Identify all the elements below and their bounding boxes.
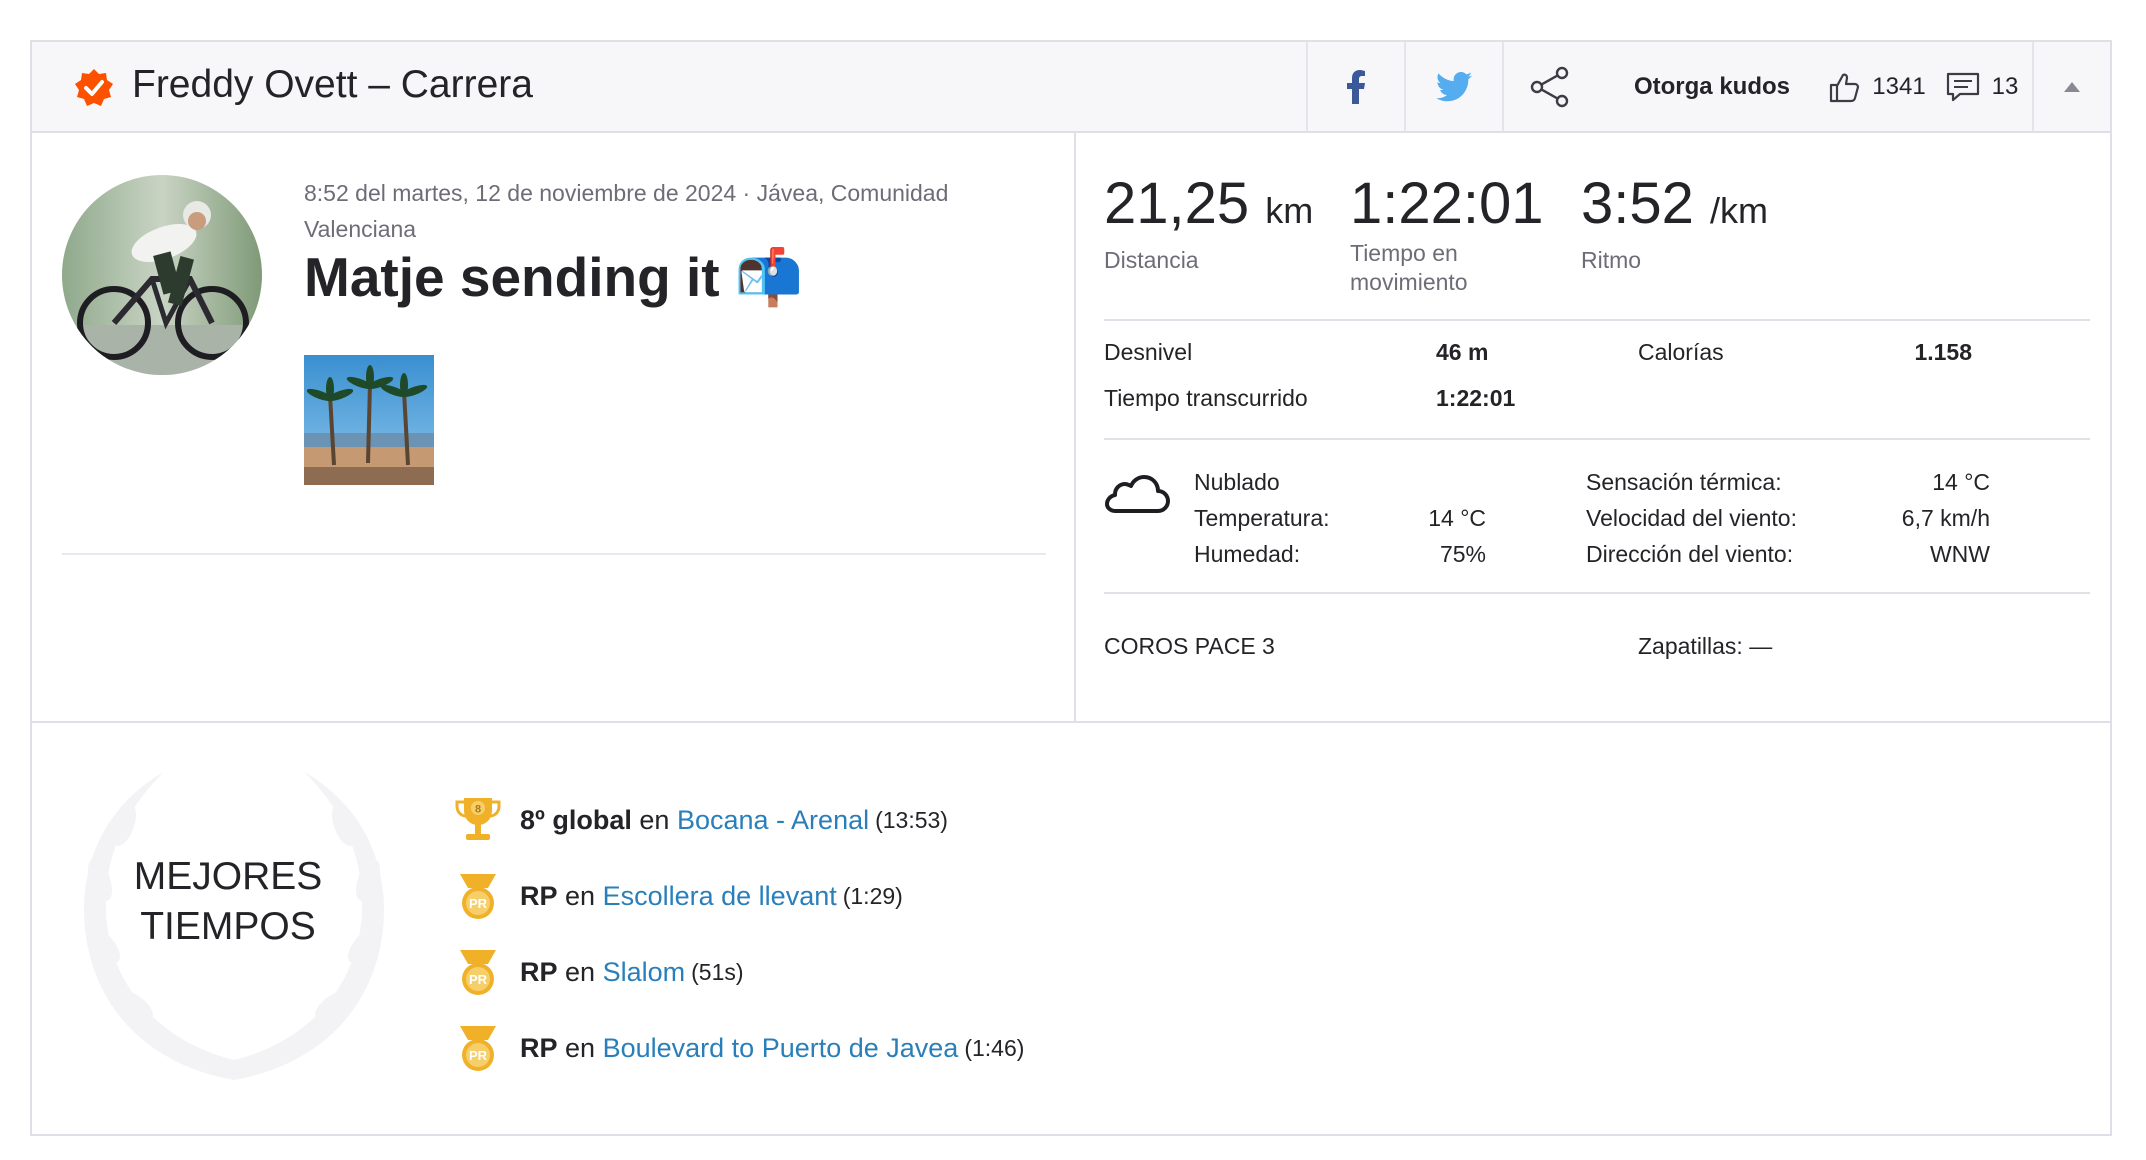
facebook-icon — [1347, 69, 1365, 104]
activity-photo-thumbnail[interactable] — [304, 355, 434, 485]
segment-link[interactable]: Slalom — [603, 957, 686, 988]
palm-beach-photo — [304, 355, 434, 485]
share-icon — [1530, 66, 1569, 107]
elapsed-time-label: Tiempo transcurrido — [1104, 385, 1308, 411]
calories-value: 1.158 — [1914, 339, 1972, 365]
verified-badge-icon — [75, 69, 113, 106]
give-kudos-label: Otorga kudos — [1633, 72, 1790, 100]
effort-time: (13:53) — [875, 806, 948, 833]
elapsed-time-value: 1:22:01 — [1436, 385, 1516, 411]
caret-up-icon — [2064, 81, 2080, 92]
give-kudos-button[interactable]: Otorga kudos — [1612, 42, 1812, 131]
best-effort-item: PR RP en Escollera de llevant (1:29) — [454, 868, 903, 924]
pr-medal-icon: PR — [460, 874, 496, 919]
divider — [1104, 438, 2090, 440]
distance-value: 21,25 — [1104, 171, 1250, 236]
kudos-count: 1341 — [1872, 72, 1926, 100]
shoes-info: Zapatillas: — — [1638, 633, 1773, 659]
elevation-label: Desnivel — [1104, 339, 1193, 365]
kudos-count-button[interactable]: 1341 — [1822, 42, 1932, 131]
best-effort-item: PR RP en Boulevard to Puerto de Javea (1:… — [454, 1020, 1024, 1076]
thumbs-up-icon — [1830, 73, 1860, 102]
calories-label: Calorías — [1638, 339, 1724, 365]
facebook-share-button[interactable] — [1308, 42, 1404, 131]
divider — [1104, 319, 2090, 321]
comment-count: 13 — [1991, 72, 2019, 100]
activity-date-location: 8:52 del martes, 12 de noviembre de 2024… — [304, 180, 949, 242]
distance-stat: 21,25 km Distancia — [1104, 171, 1313, 275]
pace-unit: /km — [1710, 190, 1769, 231]
pace-stat: 3:52 /km Ritmo — [1581, 171, 1768, 275]
effort-connector: en — [565, 956, 596, 987]
pace-value: 3:52 — [1581, 171, 1694, 236]
effort-connector: en — [639, 804, 670, 835]
collapse-button[interactable] — [2034, 42, 2110, 131]
humidity-value: 75% — [1439, 541, 1486, 567]
avatar-image — [62, 175, 262, 375]
humidity-label: Humedad: — [1194, 541, 1301, 567]
best-efforts-label-line1: MEJORES — [133, 855, 323, 898]
activity-summary: 8:52 del martes, 12 de noviembre de 2024… — [32, 133, 1076, 721]
moving-time-label: Tiempo en movimiento — [1350, 240, 1468, 295]
activity-card: Freddy Ovett – Carrera Otorga kudos 1341… — [30, 40, 2112, 1136]
wind-direction-value: WNW — [1929, 541, 1990, 567]
temperature-label: Temperatura: — [1194, 505, 1330, 531]
feels-like-label: Sensación térmica: — [1586, 469, 1782, 495]
moving-time-stat: 1:22:01 Tiempo en movimiento — [1350, 171, 1544, 297]
comments-count-button[interactable]: 13 — [1932, 42, 2032, 131]
effort-rank: RP — [520, 880, 558, 911]
wind-direction-label: Dirección del viento: — [1586, 541, 1794, 567]
divider — [1104, 592, 2090, 594]
moving-time-value: 1:22:01 — [1350, 171, 1544, 236]
activity-stats: 21,25 km Distancia 1:22:01 Tiempo en mov… — [1076, 133, 2110, 721]
weather-condition: Nublado — [1194, 469, 1280, 495]
segment-link[interactable]: Boulevard to Puerto de Javea — [603, 1033, 959, 1064]
wind-speed-value: 6,7 km/h — [1901, 505, 1990, 531]
twitter-icon — [1436, 71, 1472, 101]
temperature-value: 14 °C — [1428, 505, 1486, 531]
pr-medal-text: PR — [469, 1048, 488, 1063]
pace-label: Ritmo — [1581, 247, 1642, 273]
trophy-icon: 8 — [455, 798, 501, 840]
activity-title[interactable]: Matje sending it 📬 — [304, 245, 803, 310]
effort-connector: en — [565, 880, 596, 911]
elevation-value: 46 m — [1436, 339, 1489, 365]
effort-rank: 8º global — [520, 804, 632, 835]
feels-like-value: 14 °C — [1932, 469, 1990, 495]
trophy-rank-text: 8 — [475, 804, 481, 816]
device-name: COROS PACE 3 — [1104, 633, 1275, 659]
activity-header: Freddy Ovett – Carrera Otorga kudos 1341… — [32, 42, 2110, 133]
segment-link[interactable]: Bocana - Arenal — [677, 805, 869, 836]
athlete-activity-title[interactable]: Freddy Ovett – Carrera — [132, 63, 533, 107]
distance-unit: km — [1265, 190, 1314, 231]
wind-speed-label: Velocidad del viento: — [1586, 505, 1797, 531]
divider — [32, 721, 2110, 723]
best-efforts-label-line2: TIEMPOS — [140, 905, 316, 948]
segment-link[interactable]: Escollera de llevant — [603, 881, 837, 912]
effort-time: (1:29) — [842, 882, 903, 909]
best-effort-item: PR RP en Slalom (51s) — [454, 944, 744, 1000]
effort-connector: en — [565, 1032, 596, 1063]
divider — [62, 553, 1046, 555]
best-efforts-label: MEJORES TIEMPOS — [92, 852, 364, 952]
pr-medal-icon: PR — [460, 1026, 496, 1071]
pr-medal-text: PR — [469, 972, 488, 987]
best-effort-item: 8 8º global en Bocana - Arenal (13:53) — [454, 792, 948, 848]
pr-medal-text: PR — [469, 896, 488, 911]
twitter-share-button[interactable] — [1406, 42, 1502, 131]
distance-label: Distancia — [1104, 247, 1199, 273]
effort-time: (1:46) — [964, 1034, 1025, 1061]
pr-medal-icon: PR — [460, 950, 496, 995]
effort-rank: RP — [520, 956, 558, 987]
comment-icon — [1946, 72, 1979, 101]
athlete-avatar[interactable] — [62, 175, 262, 375]
cloud-icon — [1105, 475, 1170, 513]
share-button[interactable] — [1504, 42, 1596, 131]
effort-time: (51s) — [691, 958, 744, 985]
effort-rank: RP — [520, 1032, 558, 1063]
